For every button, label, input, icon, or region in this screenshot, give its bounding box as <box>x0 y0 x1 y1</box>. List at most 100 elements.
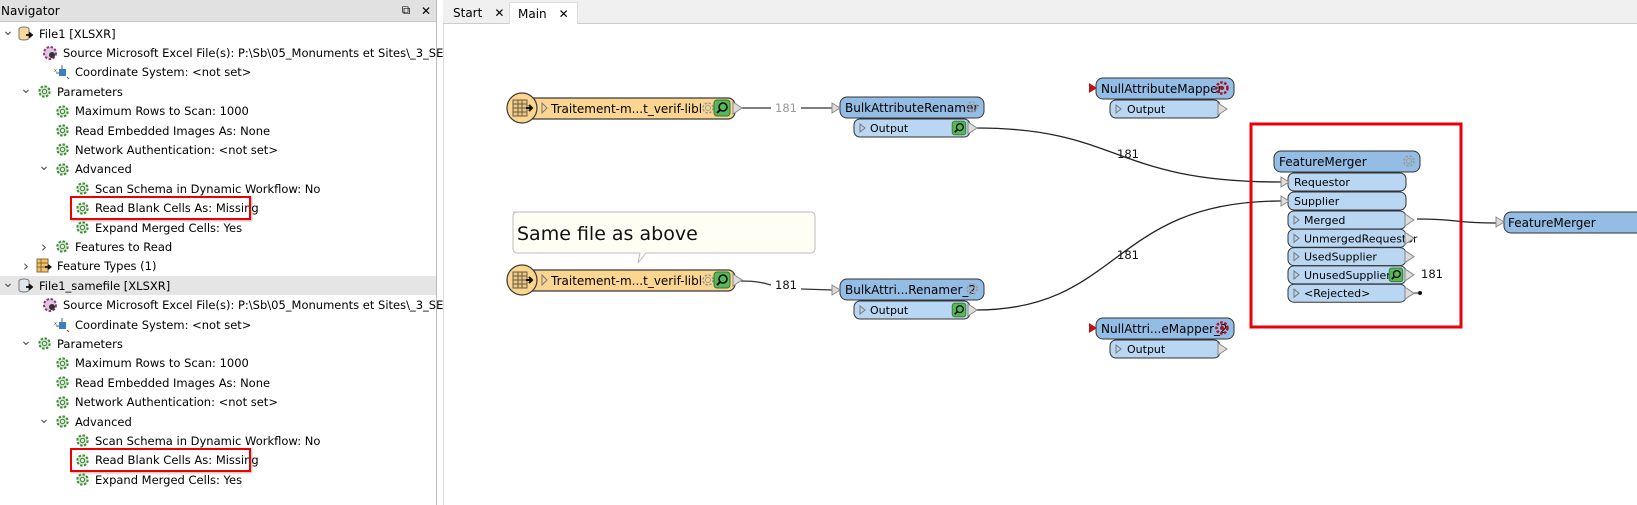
reader-node-1[interactable]: Traitement-m...t_verif-libl <box>506 92 743 124</box>
tree-item-label: Parameters <box>57 84 123 99</box>
output-port-unusedsupplier[interactable]: UnusedSupplier <box>1287 265 1415 285</box>
tree-item-label: Read Embedded Images As: None <box>75 375 271 390</box>
reader-dataset-icon <box>18 278 34 294</box>
tree-item[interactable]: Source Microsoft Excel File(s): P:\Sb\05… <box>0 43 481 62</box>
inspect-icon[interactable] <box>1388 267 1404 283</box>
chevron-down-icon[interactable]: ⌄ <box>2 23 14 39</box>
tree-item[interactable]: › Features to Read <box>0 237 436 256</box>
tree-item-label: Maximum Rows to Scan: 1000 <box>75 104 249 119</box>
chevron-down-icon[interactable]: ⌄ <box>38 158 50 174</box>
output-port <box>1217 342 1228 356</box>
source-file-icon <box>42 297 58 313</box>
tab-main[interactable]: Main ✕ <box>509 2 578 24</box>
output-port <box>967 121 978 135</box>
tree-item[interactable]: x Coordinate System: <not set> <box>0 315 436 334</box>
tree-item[interactable]: ⌄ Parameters <box>0 333 436 353</box>
svg-text:<Rejected>: <Rejected> <box>1304 287 1370 300</box>
tree-item[interactable]: ⌄ File1_samefile [XLSXR] <box>0 275 436 296</box>
transformer-nullattributemapper-2[interactable]: NullAttri...eMapper_2 Output <box>1089 317 1235 359</box>
tree-item[interactable]: Read Embedded Images As: None <box>0 121 436 140</box>
annotation[interactable]: Same file as above <box>512 211 816 264</box>
close-tab-icon[interactable]: ✕ <box>494 6 504 20</box>
gear-icon <box>74 472 90 488</box>
transformer-title: NullAttributeMapper <box>1101 82 1223 96</box>
tree-item[interactable]: Network Authentication: <not set> <box>0 140 436 159</box>
output-port-usedsupplier[interactable]: UsedSupplier <box>1287 247 1415 267</box>
tree-item-label: File1_samefile [XLSXR] <box>39 278 171 293</box>
navigator-title: Navigator <box>1 3 60 18</box>
chevron-down-icon[interactable]: ⌄ <box>20 81 32 97</box>
highlight-box <box>70 447 251 472</box>
gear-icon <box>54 239 70 255</box>
output-port <box>732 101 743 115</box>
connection-reader2-bulk2[interactable] <box>740 280 772 286</box>
close-icon[interactable]: ✕ <box>416 4 436 18</box>
reader-label: Traitement-m...t_verif-libl <box>550 274 702 288</box>
feature-count: 181 <box>1117 147 1139 161</box>
output-port-label: Output <box>870 304 909 317</box>
transformer-bulkattributerenamer-2[interactable]: BulkAttri...Renamer_2 Output <box>831 278 985 320</box>
output-port-merged[interactable]: Merged <box>1287 210 1415 230</box>
svg-text:Merged: Merged <box>1304 214 1345 227</box>
chevron-down-icon[interactable]: ⌄ <box>38 411 50 427</box>
tree-item-label: Source Microsoft Excel File(s): P:\Sb\05… <box>63 298 482 313</box>
tree-item[interactable]: Network Authentication: <not set> <box>0 393 436 412</box>
transformer-featuremerger[interactable]: FeatureMerger Requestor Supplier Merged U… <box>1273 150 1421 303</box>
tree-item[interactable]: Maximum Rows to Scan: 1000 <box>0 354 436 373</box>
annotation-text: Same file as above <box>517 223 698 245</box>
gear-icon <box>54 375 70 391</box>
tree-item[interactable]: ⌄ File1 [XLSXR] <box>0 23 436 43</box>
reader-dataset-icon <box>18 26 34 42</box>
feature-types-icon <box>36 258 52 274</box>
coordinate-system-icon: x <box>54 317 70 333</box>
chevron-down-icon[interactable]: ⌄ <box>20 333 32 349</box>
output-port <box>1217 102 1228 116</box>
tree-item-label: Parameters <box>57 336 123 351</box>
tree-item[interactable]: ⌄ Parameters <box>0 81 436 101</box>
workspace-canvas[interactable]: 181 181 181 181 181 Traitement-m...t_ver… <box>443 24 1637 505</box>
inspect-icon[interactable] <box>713 99 731 117</box>
chevron-right-icon[interactable]: › <box>38 238 50 256</box>
input-port-requestor[interactable]: Requestor <box>1280 172 1407 192</box>
transformer-nullattributemapper[interactable]: NullAttributeMapper Output <box>1089 77 1235 119</box>
tree-item[interactable]: Read Embedded Images As: None <box>0 373 436 392</box>
gear-icon <box>54 123 70 139</box>
navigator-panel: Navigator ⧉ ✕ ⌄ File1 [XLSXR] Source Micro… <box>0 0 481 505</box>
tree-item[interactable]: ⌄ Advanced <box>0 158 436 179</box>
feature-count: 181 <box>1117 248 1139 262</box>
tree-item[interactable]: Source Microsoft Excel File(s): P:\Sb\05… <box>0 296 481 315</box>
inspect-icon[interactable] <box>951 302 967 318</box>
output-port-unmergedrequestor[interactable]: UnmergedRequestor <box>1287 228 1418 248</box>
tree-item-label: Read Embedded Images As: None <box>75 123 271 138</box>
coordinate-system-icon: x <box>54 64 70 80</box>
tree-item[interactable]: x Coordinate System: <not set> <box>0 63 436 82</box>
source-file-icon <box>42 45 58 61</box>
tree-item-label: Coordinate System: <not set> <box>75 65 252 80</box>
tab-label: Start <box>453 6 483 20</box>
svg-text:UsedSupplier: UsedSupplier <box>1304 251 1377 264</box>
chevron-right-icon[interactable]: › <box>20 257 32 275</box>
close-tab-icon[interactable]: ✕ <box>559 7 569 21</box>
tree-item[interactable]: Maximum Rows to Scan: 1000 <box>0 102 436 121</box>
connection-merged-featuremerger[interactable] <box>1416 218 1497 224</box>
tree-item-label: Coordinate System: <not set> <box>75 317 252 332</box>
tab-start[interactable]: Start ✕ <box>445 2 512 24</box>
tree-item[interactable]: Expand Merged Cells: Yes <box>0 218 436 237</box>
tree-item-label: Advanced <box>75 162 132 177</box>
chevron-down-icon[interactable]: ⌄ <box>2 275 14 291</box>
tree-item[interactable]: › Feature Types (1) <box>0 257 436 276</box>
tree-item[interactable]: ⌄ Advanced <box>0 411 436 431</box>
output-port-rejected[interactable]: <Rejected> <box>1287 283 1415 303</box>
transformer-bulkattributerenamer[interactable]: BulkAttributeRenamer Output <box>831 96 985 138</box>
reader-node-2[interactable]: Traitement-m...t_verif-libl <box>506 264 743 296</box>
svg-text:x: x <box>54 68 57 74</box>
input-port-supplier[interactable]: Supplier <box>1280 191 1407 211</box>
inspect-icon[interactable] <box>951 120 967 136</box>
gear-icon <box>74 433 90 449</box>
float-window-icon[interactable]: ⧉ <box>396 3 416 18</box>
inspect-icon[interactable] <box>713 271 731 289</box>
tree-item-label: Source Microsoft Excel File(s): P:\Sb\05… <box>63 45 482 60</box>
tree-item[interactable]: Expand Merged Cells: Yes <box>0 470 436 489</box>
transformer-featuremerger-2[interactable]: FeatureMerger <box>1495 211 1637 234</box>
feature-count: 181 <box>775 101 797 115</box>
